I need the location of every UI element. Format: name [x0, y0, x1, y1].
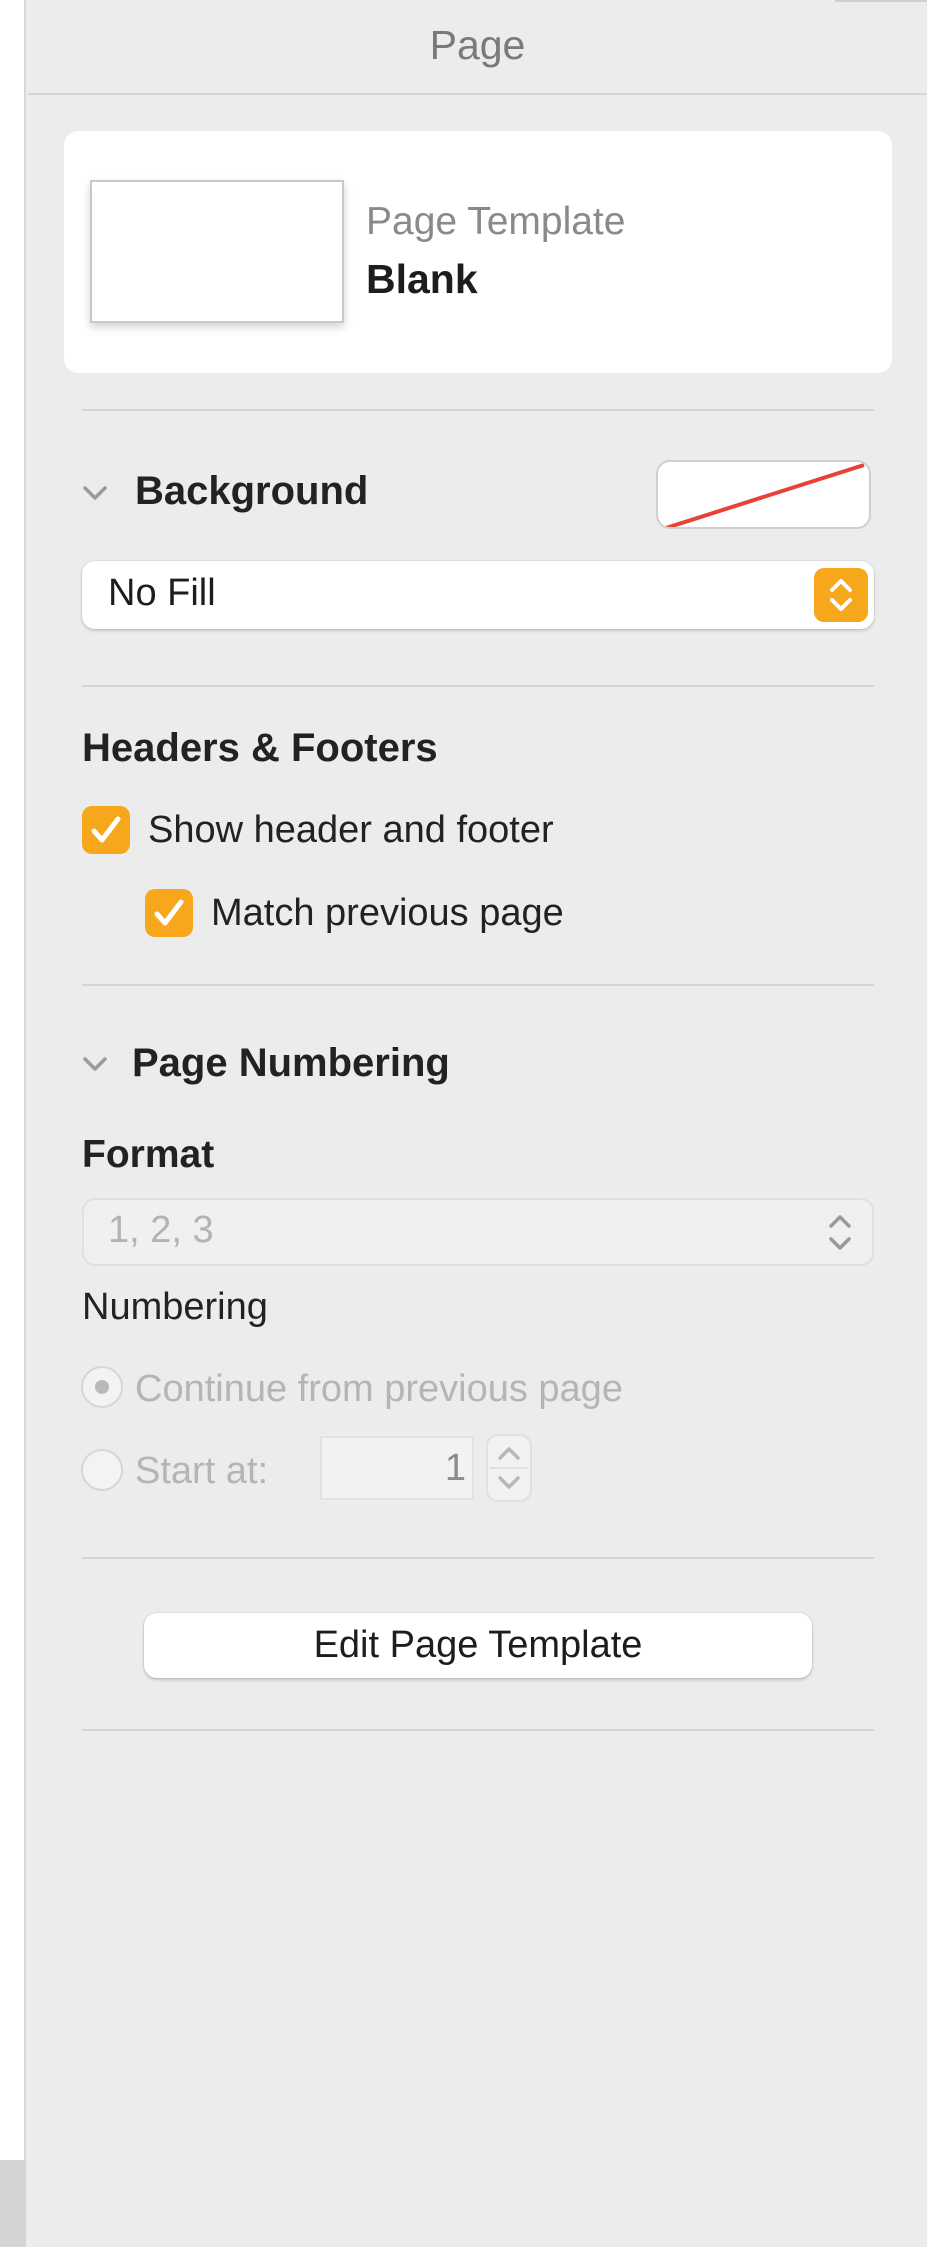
page-template-label: Page Template	[366, 200, 626, 243]
panel-title: Page	[429, 22, 526, 68]
show-header-footer-label[interactable]: Show header and footer	[148, 809, 554, 852]
background-heading[interactable]: Background	[135, 469, 368, 514]
match-previous-page-checkbox[interactable]	[145, 889, 193, 937]
toolbar-edge	[835, 0, 927, 2]
page-numbering-heading[interactable]: Page Numbering	[132, 1041, 450, 1086]
fill-type-stepper[interactable]	[814, 568, 868, 622]
numbering-label: Numbering	[82, 1286, 268, 1328]
document-canvas-gutter	[0, 2160, 26, 2247]
chevron-down-icon[interactable]	[80, 1049, 110, 1079]
fill-type-value: No Fill	[108, 572, 216, 614]
checkmark-icon	[154, 899, 184, 926]
start-at-radio[interactable]	[81, 1449, 123, 1491]
radio-selected-dot	[95, 1380, 109, 1394]
start-at-value: 1	[444, 1447, 466, 1489]
chevron-down-icon[interactable]	[80, 478, 110, 508]
continue-from-previous-label[interactable]: Continue from previous page	[135, 1368, 623, 1411]
format-label: Format	[82, 1133, 215, 1176]
number-format-value: 1, 2, 3	[108, 1209, 214, 1251]
edit-page-template-button[interactable]: Edit Page Template	[144, 1613, 812, 1678]
checkmark-icon	[91, 816, 121, 843]
show-header-footer-checkbox[interactable]	[82, 806, 130, 854]
start-at-label[interactable]: Start at:	[135, 1450, 268, 1493]
page-template-name: Blank	[366, 256, 478, 302]
up-down-chevron-icon	[830, 579, 852, 611]
no-fill-slash-icon	[665, 463, 865, 527]
section-divider	[82, 409, 874, 411]
up-down-chevron-icon	[490, 1447, 528, 1489]
match-previous-page-label[interactable]: Match previous page	[211, 892, 564, 935]
start-at-stepper[interactable]	[486, 1434, 532, 1502]
section-divider	[82, 1557, 874, 1559]
section-divider	[82, 1729, 874, 1731]
section-divider	[82, 984, 874, 986]
headers-footers-heading: Headers & Footers	[82, 726, 438, 770]
background-color-well[interactable]	[656, 460, 871, 529]
section-divider	[82, 685, 874, 687]
continue-from-previous-radio[interactable]	[81, 1366, 123, 1408]
page-template-thumbnail[interactable]	[90, 180, 344, 323]
up-down-chevron-icon	[829, 1215, 851, 1250]
document-canvas-edge	[0, 0, 26, 2160]
title-divider	[28, 93, 927, 95]
